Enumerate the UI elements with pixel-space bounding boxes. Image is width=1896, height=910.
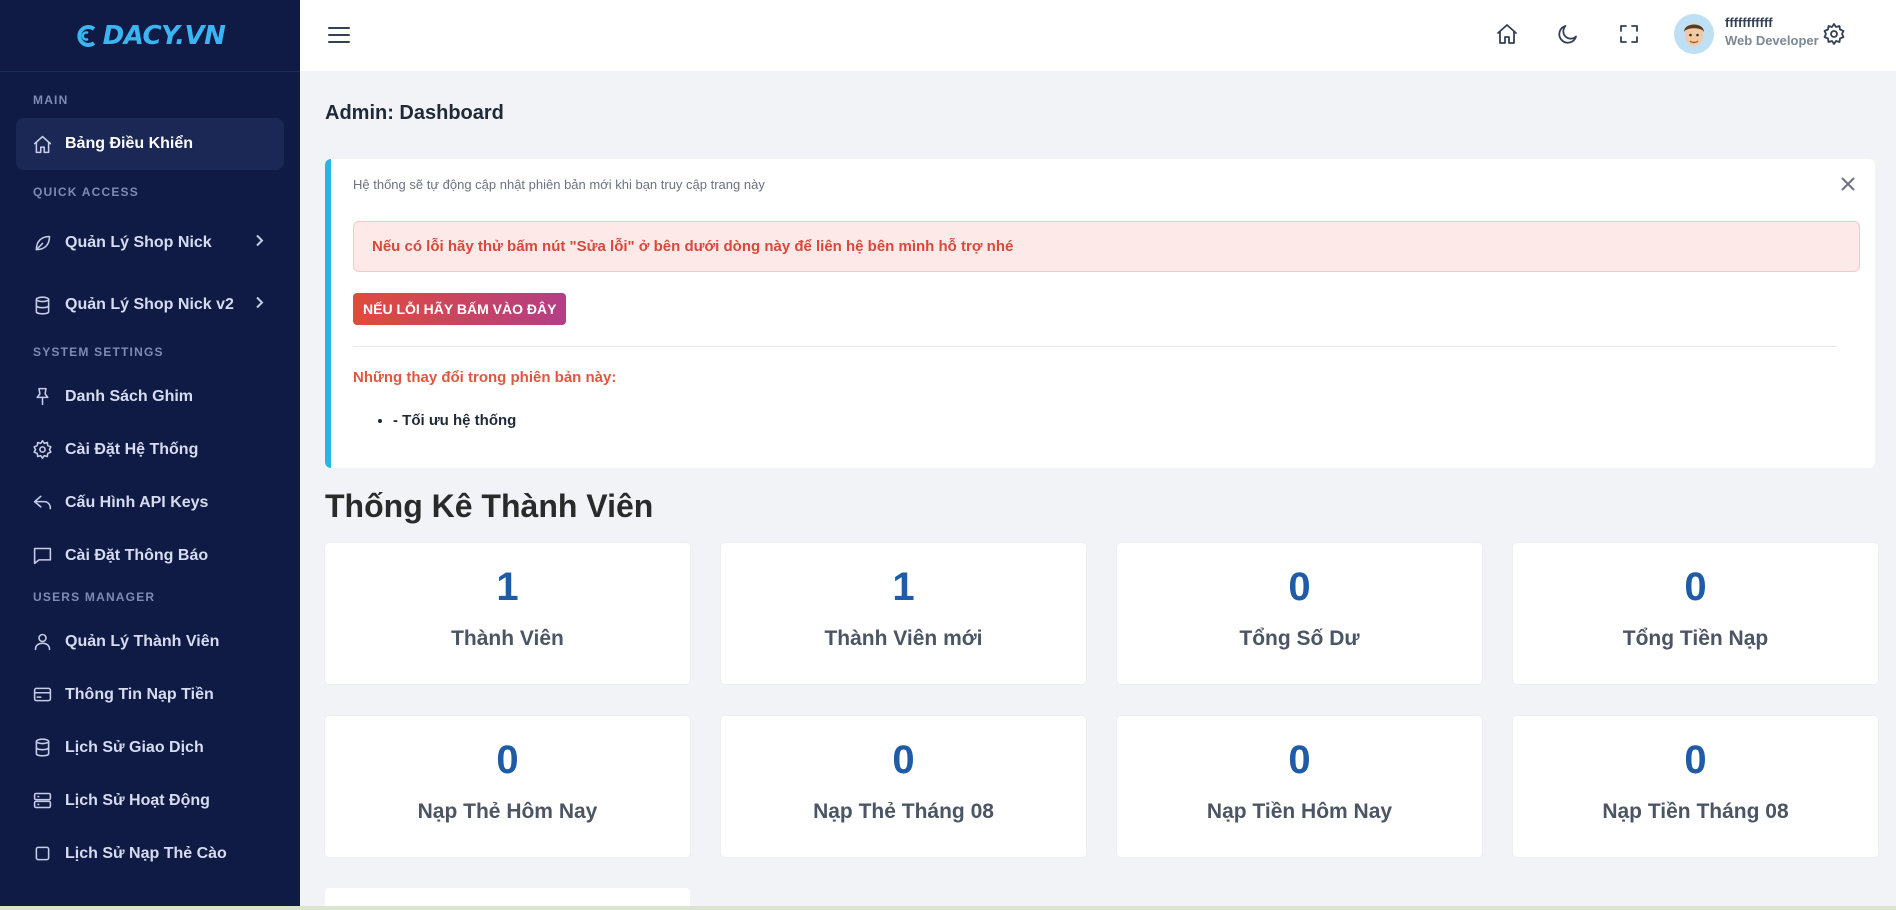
card-icon — [31, 684, 53, 706]
sidebar: DACY.VN MAIN Bảng Điều Khiển QUICK ACCES… — [0, 0, 300, 910]
brand: DACY.VN — [0, 0, 300, 72]
sidebar-item-label: Cấu Hình API Keys — [65, 493, 209, 511]
sidebar-item-label: Danh Sách Ghim — [65, 387, 194, 405]
list-item: - Tối ưu hệ thống — [393, 412, 516, 429]
database-icon — [31, 737, 53, 759]
sidebar-item-label: Lịch Sử Giao Dịch — [65, 738, 204, 756]
stat-value: 1 — [892, 565, 915, 609]
chevron-right-icon — [252, 296, 266, 315]
stat-label: Nạp Tiền Hôm Nay — [1206, 800, 1393, 823]
stat-label: Thành Viên — [451, 627, 564, 650]
sidebar-item-members[interactable]: Quản Lý Thành Viên — [0, 615, 300, 668]
stat-label: Tổng Tiền Nạp — [1622, 627, 1769, 650]
stat-card-new-members: 1 Thành Viên mới — [721, 543, 1086, 684]
stat-label: Nạp Tiền Tháng 08 — [1602, 800, 1789, 823]
user-icon — [31, 631, 53, 653]
stat-label: Nạp Thẻ Hôm Nay — [417, 800, 598, 823]
stat-value: 0 — [1288, 565, 1311, 609]
sidebar-item-activity-history[interactable]: Lịch Sử Hoạt Động — [0, 774, 300, 827]
stat-card-deposit-today: 0 Nạp Tiền Hôm Nay — [1117, 716, 1482, 857]
stat-label: Nạp Thẻ Tháng 08 — [813, 800, 994, 823]
alert-text: Nếu có lỗi hãy thử bấm nút "Sửa lỗi" ở b… — [372, 238, 1014, 255]
stat-label: Thành Viên mới — [824, 627, 983, 650]
fullscreen-icon[interactable] — [1617, 22, 1643, 48]
cylinder-icon — [31, 294, 53, 316]
sidebar-item-label: Bảng Điều Khiển — [65, 135, 194, 152]
footer-divider — [0, 906, 1896, 910]
avatar[interactable] — [1674, 14, 1714, 54]
brand-logo[interactable]: DACY.VN — [75, 21, 226, 51]
section-title-quick-access: QUICK ACCESS — [33, 185, 139, 199]
stat-value: 0 — [1684, 738, 1707, 782]
menu-toggle-icon[interactable] — [326, 22, 352, 48]
sidebar-item-label: Quản Lý Thành Viên — [65, 632, 220, 650]
sidebar-item-shop-nick-v2[interactable]: Quản Lý Shop Nick v2 — [0, 274, 300, 336]
chevron-right-icon — [252, 234, 266, 253]
sidebar-item-label: Lịch Sử Hoạt Động — [65, 791, 210, 809]
sidebar-item-label: Thông Tin Nạp Tiền — [65, 685, 214, 703]
server-icon — [31, 790, 53, 812]
leaf-icon — [31, 232, 53, 254]
stat-value: 0 — [496, 738, 519, 782]
stats-title: Thống Kê Thành Viên — [325, 488, 654, 524]
changes-list: - Tối ưu hệ thống — [393, 412, 516, 429]
stat-card-members: 1 Thành Viên — [325, 543, 690, 684]
sidebar-item-label: Quản Lý Shop Nick — [65, 234, 212, 251]
settings-gear-icon[interactable] — [1822, 22, 1848, 48]
report-error-button[interactable]: NẾU LỖI HÃY BẤM VÀO ĐÂY — [353, 293, 567, 325]
update-notice: Hệ thống sẽ tự động cập nhật phiên bản m… — [325, 159, 1875, 468]
stat-value: 0 — [1288, 738, 1311, 782]
stat-card-card-topup-today: 0 Nạp Thẻ Hôm Nay — [325, 716, 690, 857]
notice-text: Hệ thống sẽ tự động cập nhật phiên bản m… — [353, 177, 765, 192]
close-icon[interactable] — [1839, 175, 1859, 195]
dark-mode-moon-icon[interactable] — [1556, 22, 1582, 48]
sidebar-item-label: Quản Lý Shop Nick v2 — [65, 296, 234, 313]
stat-card-total-balance: 0 Tổng Số Dư — [1117, 543, 1482, 684]
stat-card-total-deposits: 0 Tổng Tiền Nạp — [1513, 543, 1878, 684]
sidebar-item-pin-list[interactable]: Danh Sách Ghim — [0, 370, 300, 423]
gear-icon — [31, 439, 53, 461]
square-icon — [31, 843, 53, 865]
stat-value: 0 — [1684, 565, 1707, 609]
section-title-system-settings: SYSTEM SETTINGS — [33, 345, 164, 359]
brand-logo-text: DACY.VN — [102, 20, 226, 51]
divider — [353, 346, 1837, 347]
sidebar-item-deposit-info[interactable]: Thông Tin Nạp Tiền — [0, 668, 300, 721]
sidebar-item-dashboard[interactable]: Bảng Điều Khiển — [16, 118, 284, 170]
stat-card-deposit-month: 0 Nạp Tiền Tháng 08 — [1513, 716, 1878, 857]
sidebar-item-system-settings[interactable]: Cài Đặt Hệ Thống — [0, 423, 300, 476]
pin-icon — [31, 386, 53, 408]
stat-card-card-topup-month: 0 Nạp Thẻ Tháng 08 — [721, 716, 1086, 857]
error-alert: Nếu có lỗi hãy thử bấm nút "Sửa lỗi" ở b… — [353, 221, 1860, 272]
logo-mark-icon — [77, 24, 95, 47]
chat-icon — [31, 545, 53, 567]
sidebar-item-label: Cài Đặt Hệ Thống — [65, 440, 199, 458]
user-role: Web Developer — [1725, 33, 1819, 48]
stat-value: 0 — [892, 738, 915, 782]
sidebar-item-shop-nick[interactable]: Quản Lý Shop Nick — [0, 212, 300, 274]
stat-label: Tổng Số Dư — [1239, 627, 1360, 650]
sidebar-item-notification-settings[interactable]: Cài Đặt Thông Báo — [0, 529, 300, 582]
top-header: fffffffffff Web Developer — [300, 0, 1896, 71]
sidebar-item-api-keys[interactable]: Cấu Hình API Keys — [0, 476, 300, 529]
home-icon[interactable] — [1495, 22, 1521, 48]
reply-icon — [31, 492, 53, 514]
sidebar-item-label: Lịch Sử Nạp Thẻ Cào — [65, 844, 227, 862]
section-title-main: MAIN — [33, 93, 69, 107]
user-name[interactable]: fffffffffff — [1725, 15, 1773, 30]
sidebar-item-card-topup-history[interactable]: Lịch Sử Nạp Thẻ Cào — [0, 827, 300, 880]
home-icon — [31, 133, 53, 155]
sidebar-item-label: Cài Đặt Thông Báo — [65, 546, 209, 564]
stat-value: 1 — [496, 565, 519, 609]
changes-title: Những thay đổi trong phiên bản này: — [353, 369, 617, 386]
sidebar-item-transaction-history[interactable]: Lịch Sử Giao Dịch — [0, 721, 300, 774]
section-title-users-manager: USERS MANAGER — [33, 590, 156, 604]
page-title: Admin: Dashboard — [325, 102, 504, 124]
